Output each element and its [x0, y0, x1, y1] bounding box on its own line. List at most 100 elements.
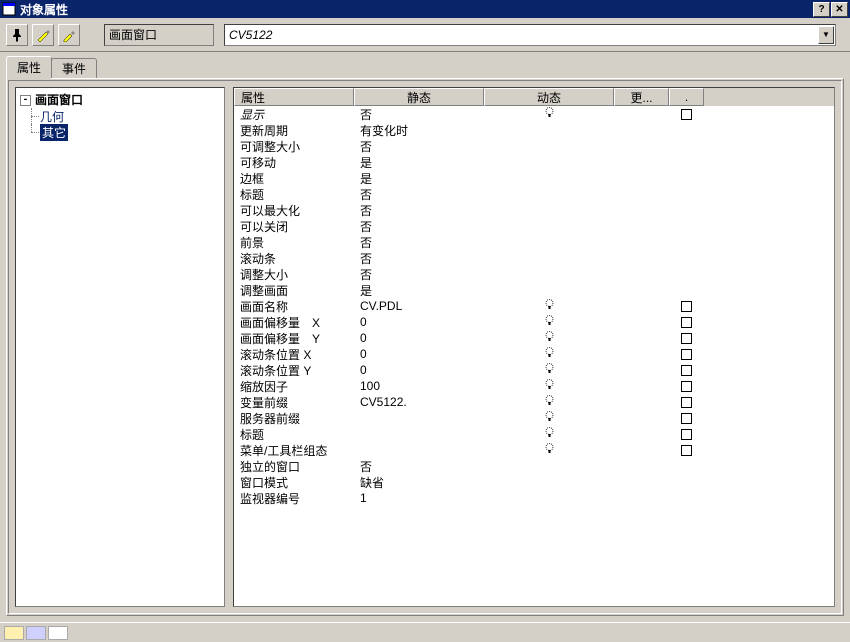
- property-dynamic-cell[interactable]: [484, 458, 614, 474]
- property-update-cell[interactable]: [614, 186, 669, 202]
- property-dynamic-cell[interactable]: [484, 266, 614, 282]
- property-static-value[interactable]: 是: [354, 170, 484, 186]
- property-static-value[interactable]: CV5122.: [354, 394, 484, 410]
- property-indirect-cell[interactable]: [669, 218, 704, 234]
- property-row[interactable]: 滚动条位置 X0: [234, 346, 834, 362]
- property-dynamic-cell[interactable]: [484, 186, 614, 202]
- property-dynamic-cell[interactable]: [484, 474, 614, 490]
- property-dynamic-cell[interactable]: [484, 122, 614, 138]
- property-row[interactable]: 滚动条位置 Y0: [234, 362, 834, 378]
- property-update-cell[interactable]: [614, 282, 669, 298]
- property-update-cell[interactable]: [614, 106, 669, 122]
- property-static-value[interactable]: 缺省: [354, 474, 484, 490]
- property-row[interactable]: 服务器前缀: [234, 410, 834, 426]
- property-row[interactable]: 缩放因子100: [234, 378, 834, 394]
- property-update-cell[interactable]: [614, 458, 669, 474]
- pin-button[interactable]: [6, 24, 28, 46]
- property-row[interactable]: 更新周期有变化时: [234, 122, 834, 138]
- property-update-cell[interactable]: [614, 330, 669, 346]
- tree-root[interactable]: - 画面窗口: [20, 92, 220, 108]
- property-static-value[interactable]: 否: [354, 106, 484, 122]
- property-row[interactable]: 标题否: [234, 186, 834, 202]
- property-row[interactable]: 边框是: [234, 170, 834, 186]
- property-row[interactable]: 画面名称CV.PDL: [234, 298, 834, 314]
- property-static-value[interactable]: 是: [354, 282, 484, 298]
- property-dynamic-cell[interactable]: [484, 298, 614, 314]
- property-indirect-cell[interactable]: [669, 426, 704, 442]
- property-row[interactable]: 变量前缀CV5122.: [234, 394, 834, 410]
- property-static-value[interactable]: 否: [354, 186, 484, 202]
- property-update-cell[interactable]: [614, 426, 669, 442]
- property-row[interactable]: 调整画面是: [234, 282, 834, 298]
- property-indirect-cell[interactable]: [669, 362, 704, 378]
- property-update-cell[interactable]: [614, 138, 669, 154]
- indirect-checkbox[interactable]: [681, 317, 692, 328]
- property-static-value[interactable]: 100: [354, 378, 484, 394]
- property-dynamic-cell[interactable]: [484, 490, 614, 506]
- property-indirect-cell[interactable]: [669, 314, 704, 330]
- property-dynamic-cell[interactable]: [484, 426, 614, 442]
- property-update-cell[interactable]: [614, 234, 669, 250]
- property-indirect-cell[interactable]: [669, 330, 704, 346]
- property-static-value[interactable]: 0: [354, 346, 484, 362]
- property-update-cell[interactable]: [614, 154, 669, 170]
- property-static-value[interactable]: 否: [354, 234, 484, 250]
- property-row[interactable]: 标题: [234, 426, 834, 442]
- property-dynamic-cell[interactable]: [484, 394, 614, 410]
- property-update-cell[interactable]: [614, 298, 669, 314]
- indirect-checkbox[interactable]: [681, 445, 692, 456]
- property-indirect-cell[interactable]: [669, 282, 704, 298]
- indirect-checkbox[interactable]: [681, 301, 692, 312]
- taskbar-item[interactable]: [26, 626, 46, 640]
- header-static[interactable]: 静态: [354, 88, 484, 106]
- property-indirect-cell[interactable]: [669, 250, 704, 266]
- indirect-checkbox[interactable]: [681, 365, 692, 376]
- help-button[interactable]: ?: [813, 2, 830, 17]
- tab-attributes[interactable]: 属性: [6, 56, 52, 78]
- tab-events[interactable]: 事件: [51, 58, 97, 78]
- tree-item-misc[interactable]: 其它: [40, 124, 220, 140]
- property-row[interactable]: 前景否: [234, 234, 834, 250]
- property-static-value[interactable]: 否: [354, 218, 484, 234]
- property-row[interactable]: 可以关闭否: [234, 218, 834, 234]
- property-static-value[interactable]: 0: [354, 330, 484, 346]
- indirect-checkbox[interactable]: [681, 397, 692, 408]
- category-tree[interactable]: - 画面窗口 几何 其它: [15, 87, 225, 607]
- property-indirect-cell[interactable]: [669, 346, 704, 362]
- property-update-cell[interactable]: [614, 410, 669, 426]
- property-row[interactable]: 菜单/工具栏组态: [234, 442, 834, 458]
- taskbar-item[interactable]: [4, 626, 24, 640]
- property-row[interactable]: 画面偏移量 Y0: [234, 330, 834, 346]
- property-row[interactable]: 显示否: [234, 106, 834, 122]
- property-static-value[interactable]: 有变化时: [354, 122, 484, 138]
- property-update-cell[interactable]: [614, 490, 669, 506]
- property-static-value[interactable]: 否: [354, 138, 484, 154]
- property-dynamic-cell[interactable]: [484, 362, 614, 378]
- property-dynamic-cell[interactable]: [484, 314, 614, 330]
- property-update-cell[interactable]: [614, 170, 669, 186]
- property-indirect-cell[interactable]: [669, 234, 704, 250]
- property-update-cell[interactable]: [614, 362, 669, 378]
- property-row[interactable]: 独立的窗口否: [234, 458, 834, 474]
- property-indirect-cell[interactable]: [669, 378, 704, 394]
- property-indirect-cell[interactable]: [669, 202, 704, 218]
- property-dynamic-cell[interactable]: [484, 106, 614, 122]
- property-update-cell[interactable]: [614, 202, 669, 218]
- property-update-cell[interactable]: [614, 250, 669, 266]
- dropdown-arrow-icon[interactable]: ▼: [818, 26, 834, 44]
- header-attribute[interactable]: 属性: [234, 88, 354, 106]
- property-dynamic-cell[interactable]: [484, 282, 614, 298]
- property-static-value[interactable]: 否: [354, 458, 484, 474]
- property-indirect-cell[interactable]: [669, 490, 704, 506]
- property-static-value[interactable]: [354, 410, 484, 426]
- edit-button[interactable]: [58, 24, 80, 46]
- property-row[interactable]: 可调整大小否: [234, 138, 834, 154]
- close-button[interactable]: ✕: [831, 2, 848, 17]
- property-dynamic-cell[interactable]: [484, 410, 614, 426]
- property-static-value[interactable]: 否: [354, 266, 484, 282]
- property-update-cell[interactable]: [614, 346, 669, 362]
- property-update-cell[interactable]: [614, 314, 669, 330]
- object-selector-dropdown[interactable]: CV5122 ▼: [224, 24, 836, 46]
- property-dynamic-cell[interactable]: [484, 378, 614, 394]
- property-dynamic-cell[interactable]: [484, 218, 614, 234]
